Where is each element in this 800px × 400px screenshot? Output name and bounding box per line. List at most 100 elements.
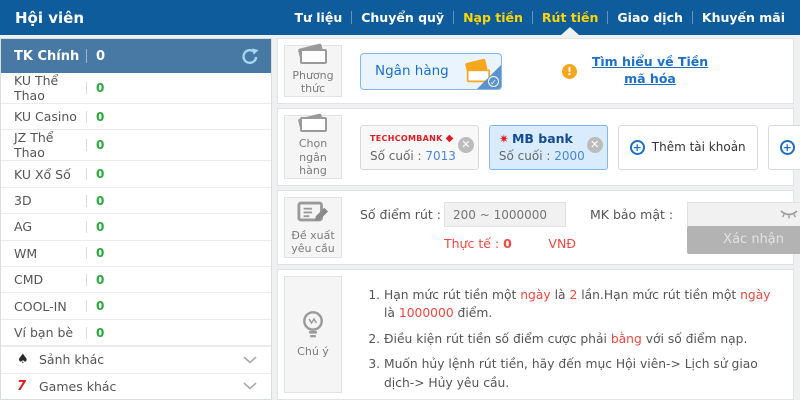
points-input[interactable] (444, 202, 566, 227)
confirm-button[interactable]: Xác nhận (687, 226, 800, 254)
plus-circle-icon: + (780, 140, 795, 155)
section-request: Đề xuất yêu cầu Số điểm rút : MK bảo mật… (277, 190, 794, 265)
check-icon: ✓ (488, 76, 499, 87)
divider (86, 327, 87, 339)
account-label: AG (14, 219, 86, 234)
bank-cards-row: TECHCOMBANK◆Số cuối : 7013✕ ✷MB bank Số cu… (348, 109, 800, 185)
crypto-info-link[interactable]: Tìm hiểu về Tiền mã hóa (585, 54, 715, 88)
divider (86, 168, 87, 180)
actual-value: 0 (503, 236, 512, 251)
card-last-digits: Số cuối : 2000 (499, 149, 585, 163)
mbbank-logo: MB bank (512, 131, 573, 146)
choose-bank-label: Chọn ngân hàng (285, 137, 341, 178)
account-list: KU Thể Thao0KU Casino0JZ Thể Thao0KU Xổ … (1, 73, 271, 399)
lightbulb-icon (300, 310, 326, 340)
divider (86, 139, 87, 151)
bank-cards-icon (296, 46, 330, 64)
section-choose-bank: Chọn ngân hàng TECHCOMBANK◆Số cuối : 701… (277, 108, 794, 186)
account-balance: 0 (96, 299, 104, 313)
request-label: Đề xuất yêu cầu (285, 229, 341, 257)
eye-closed-icon[interactable] (780, 209, 798, 219)
password-label: MK bảo mật : (590, 207, 673, 222)
divider (86, 111, 87, 123)
top-header: Hội viên Tư liệuChuyển quỹNạp tiềnRút ti… (0, 0, 800, 35)
points-label: Số điểm rút : (360, 207, 444, 222)
note-item: Hạn mức rút tiền một ngày là 2 lần.Hạn m… (384, 286, 783, 323)
nav-item[interactable]: Nạp tiền (454, 0, 532, 35)
account-row[interactable]: KU Casino0 (1, 104, 271, 130)
bank-cards-icon (296, 116, 330, 132)
account-row[interactable]: Ví bạn bè 0 (1, 320, 271, 346)
method-label: Phương thức (285, 69, 341, 97)
expander-label: Games khác (39, 379, 116, 394)
notes-label-box: Chú ý (284, 276, 342, 393)
main-account-row[interactable]: TK Chính 0 (1, 39, 271, 73)
nav-item[interactable]: Chuyển quỹ (352, 0, 453, 35)
account-label: JZ Thể Thao (14, 130, 86, 160)
actual-amount: Thực tế : 0 (444, 236, 512, 251)
choose-bank-label-box: Chọn ngân hàng (284, 115, 342, 179)
divider (86, 195, 87, 207)
account-balance: 0 (96, 273, 104, 287)
account-label: CMD (14, 272, 86, 287)
page-title: Hội viên (15, 9, 84, 27)
note-item: Muốn hủy lệnh rút tiền, hãy đến mục Hội … (384, 355, 783, 392)
add-account-label: Thêm tài khoản (652, 140, 746, 154)
main-account-label: TK Chính (14, 49, 86, 64)
divider (86, 300, 87, 312)
currency-label: VNĐ (548, 236, 576, 251)
account-balance: 0 (96, 326, 104, 340)
account-label: WM (14, 246, 86, 261)
add-account-button[interactable]: +Thêm tài khoản (768, 125, 800, 170)
divider (86, 247, 87, 259)
account-balance: 0 (96, 220, 104, 234)
account-balance: 0 (96, 138, 104, 152)
main-account-balance: 0 (96, 49, 105, 64)
account-label: KU Casino (14, 109, 86, 124)
divider (86, 82, 87, 94)
account-label: 3D (14, 193, 86, 208)
divider (86, 221, 87, 233)
expander-row[interactable]: ♠Sảnh khác (1, 346, 271, 372)
request-form: Số điểm rút : MK bảo mật : ? (348, 191, 800, 264)
expander-row[interactable]: 7Games khác (1, 373, 271, 399)
info-icon: ! (562, 64, 577, 79)
nav-item[interactable]: Rút tiền (533, 0, 608, 35)
form-pencil-icon (297, 199, 329, 224)
account-row[interactable]: KU Xổ Số0 (1, 161, 271, 187)
nav-item[interactable]: Khuyến mãi (693, 0, 794, 35)
account-label: Ví bạn bè (14, 325, 86, 340)
remove-card-button[interactable]: ✕ (587, 137, 603, 153)
section-notes: Chú ý Hạn mức rút tiền một ngày là 2 lần… (277, 269, 794, 400)
account-label: KU Thể Thao (14, 73, 86, 103)
bank-card-techcombank[interactable]: TECHCOMBANK◆Số cuối : 7013✕ (360, 125, 479, 170)
nav-item[interactable]: Tư liệu (286, 0, 352, 35)
account-balance: 0 (96, 194, 104, 208)
expander-label: Sảnh khác (39, 352, 104, 367)
account-row[interactable]: CMD 0 (1, 267, 271, 293)
nav-item[interactable]: Giao dịch (608, 0, 691, 35)
remove-card-button[interactable]: ✕ (458, 137, 474, 153)
sidebar: TK Chính 0 KU Thể Thao0KU Casino0JZ Thể … (0, 38, 272, 400)
account-label: COOL-IN (14, 299, 86, 314)
account-row[interactable]: WM 0 (1, 241, 271, 267)
account-row[interactable]: COOL-IN 0 (1, 293, 271, 319)
account-balance: 0 (96, 246, 104, 260)
active-tab-arrow (561, 27, 579, 35)
account-row[interactable]: JZ Thể Thao 0 (1, 130, 271, 161)
bank-method-button[interactable]: Ngân hàng ✓ (360, 53, 502, 90)
mbbank-star-icon: ✷ (499, 132, 509, 146)
method-content: Ngân hàng ✓ ! Tìm hiểu về Tiền mã hóa (348, 39, 715, 103)
account-row[interactable]: 3D 0 (1, 188, 271, 214)
account-row[interactable]: KU Thể Thao0 (1, 73, 271, 104)
bank-card-mbbank[interactable]: ✷MB bank Số cuối : 2000✕ (489, 125, 608, 170)
card-last-digits: Số cuối : 7013 (370, 149, 456, 163)
spade-icon: ♠ (17, 352, 39, 367)
divider (86, 274, 87, 286)
account-row[interactable]: AG 0 (1, 214, 271, 240)
add-account-button[interactable]: +Thêm tài khoản (618, 125, 758, 170)
chevron-down-icon (243, 382, 257, 390)
refresh-icon[interactable] (241, 47, 259, 65)
main-nav: Tư liệuChuyển quỹNạp tiềnRút tiềnGiao dị… (286, 0, 800, 35)
section-method: Phương thức Ngân hàng ✓ ! Tìm hiểu về Ti… (277, 38, 794, 104)
